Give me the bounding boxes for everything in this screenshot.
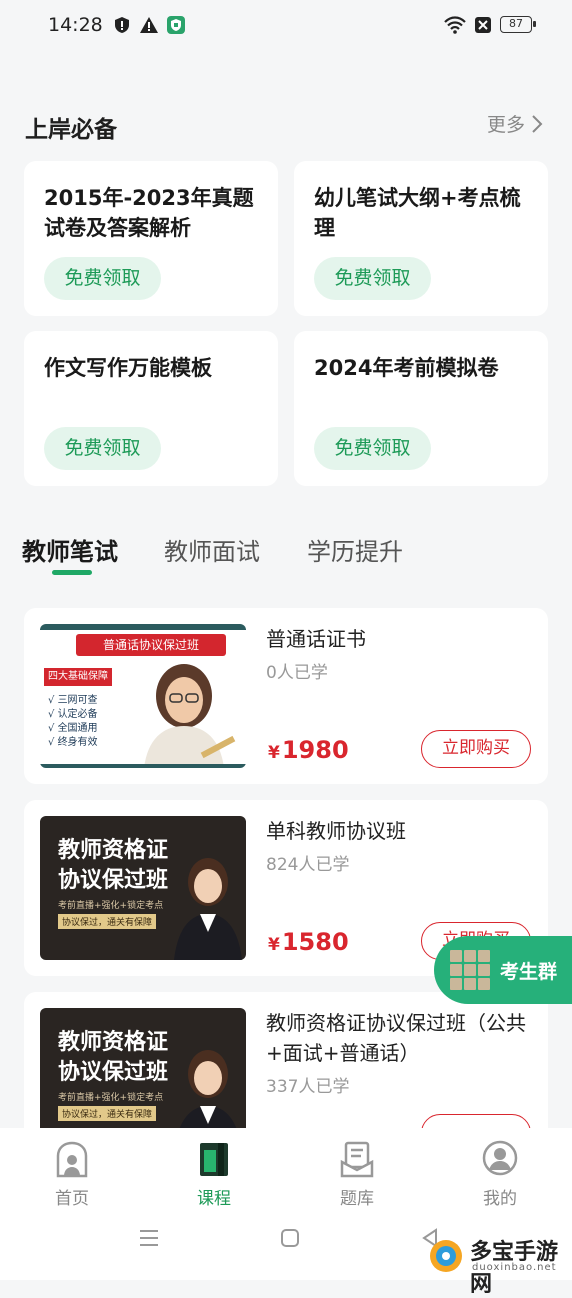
thumbnail-tag: 协议保过，通关有保障 (58, 914, 157, 929)
chevron-right-icon (532, 114, 543, 133)
thumbnail-point: √ 三网可查 (48, 695, 98, 706)
category-tabs: 教师笔试 教师面试 学历提升 (0, 530, 572, 580)
more-label: 更多 (487, 114, 526, 136)
profile-icon (482, 1140, 518, 1176)
thumbnail-tag: 协议保过，通关有保障 (58, 1106, 157, 1121)
warning-icon (140, 17, 158, 33)
nav-label: 首页 (55, 1189, 89, 1209)
course-students: 824人已学 (266, 855, 350, 875)
free-claim-button[interactable]: 免费领取 (314, 427, 431, 470)
status-bar: 14:28 87 (0, 0, 572, 52)
resource-card[interactable]: 2015年-2023年真题试卷及答案解析 免费领取 (24, 161, 278, 316)
course-price: ¥1580 (268, 928, 349, 956)
resource-card-title: 2015年-2023年真题试卷及答案解析 (44, 186, 254, 240)
tab-teacher-written[interactable]: 教师笔试 (22, 532, 118, 567)
course-title: 单科教师协议班 (266, 819, 406, 843)
section-title: 上岸必备 (25, 117, 117, 143)
watermark-logo-icon (430, 1240, 462, 1272)
student-group-label: 考生群 (500, 961, 558, 983)
battery-indicator: 87 (500, 16, 536, 33)
resource-card-title: 幼儿笔试大纲+考点梳理 (314, 186, 521, 240)
nav-profile[interactable]: 我的 (450, 1140, 550, 1209)
course-thumbnail: 教师资格证 协议保过班 考前直播+强化+锁定考点 协议保过，通关有保障 (40, 816, 246, 960)
thumbnail-point: √ 终身有效 (48, 737, 98, 748)
home-icon (56, 1141, 88, 1178)
free-claim-button[interactable]: 免费领取 (44, 257, 161, 300)
teacher-photo (174, 858, 242, 960)
nav-question-bank[interactable]: 题库 (307, 1140, 407, 1209)
course-students: 337人已学 (266, 1077, 350, 1097)
resource-card-title: 作文写作万能模板 (44, 356, 212, 380)
group-avatars-icon (450, 950, 490, 990)
thumbnail-headline: 教师资格证 (58, 838, 169, 863)
course-thumbnail: 普通话协议保过班 四大基础保障 √ 三网可查 √ 认定必备 √ 全国通用 √ 终… (40, 624, 246, 768)
book-icon (200, 1143, 228, 1176)
thumbnail-point: √ 认定必备 (48, 709, 98, 720)
free-claim-button[interactable]: 免费领取 (314, 257, 431, 300)
thumbnail-headline: 协议保过班 (58, 1060, 169, 1085)
active-tab-indicator (52, 570, 92, 575)
course-card[interactable]: 普通话协议保过班 四大基础保障 √ 三网可查 √ 认定必备 √ 全国通用 √ 终… (24, 608, 548, 784)
home-button-icon[interactable] (280, 1228, 300, 1248)
tab-education-upgrade[interactable]: 学历提升 (307, 532, 403, 567)
thumbnail-point: √ 全国通用 (48, 723, 98, 734)
watermark: 多宝手游网 duoxinbao.net (424, 1232, 572, 1297)
status-time: 14:28 (48, 14, 103, 36)
thumbnail-headline: 协议保过班 (58, 868, 169, 893)
more-link[interactable]: 更多 (487, 110, 543, 137)
question-bank-icon (340, 1141, 374, 1178)
resource-card[interactable]: 2024年考前模拟卷 免费领取 (294, 331, 548, 486)
watermark-subtext: duoxinbao.net (472, 1262, 557, 1273)
thumbnail-subtitle: 考前直播+强化+锁定考点 (58, 901, 164, 911)
resource-card-title: 2024年考前模拟卷 (314, 356, 499, 380)
student-group-button[interactable]: 考生群 (434, 936, 572, 1004)
buy-now-button[interactable]: 立即购买 (421, 730, 531, 768)
menu-icon[interactable] (138, 1228, 160, 1248)
thumbnail-subtitle: 考前直播+强化+锁定考点 (58, 1093, 164, 1103)
course-price: ¥1980 (268, 736, 349, 764)
free-claim-button[interactable]: 免费领取 (44, 427, 161, 470)
teacher-photo (144, 664, 236, 768)
course-students: 0人已学 (266, 663, 328, 683)
tab-teacher-interview[interactable]: 教师面试 (164, 532, 260, 567)
resource-card[interactable]: 作文写作万能模板 免费领取 (24, 331, 278, 486)
nav-label: 我的 (483, 1189, 517, 1209)
nav-label: 课程 (197, 1189, 231, 1209)
thumbnail-headline: 教师资格证 (58, 1030, 169, 1055)
thumbnail-banner: 普通话协议保过班 (76, 634, 226, 656)
course-title: 普通话证书 (266, 627, 366, 651)
thumbnail-tag: 四大基础保障 (44, 668, 112, 686)
shield-icon (115, 17, 129, 33)
wifi-icon (444, 16, 466, 34)
resource-card[interactable]: 幼儿笔试大纲+考点梳理 免费领取 (294, 161, 548, 316)
no-sim-icon (475, 17, 491, 33)
nav-courses[interactable]: 课程 (164, 1140, 264, 1209)
nav-home[interactable]: 首页 (22, 1140, 122, 1209)
nav-label: 题库 (340, 1189, 374, 1209)
course-title: 教师资格证协议保过班（公共+面试+普通话） (266, 1011, 526, 1065)
app-notification-icon (167, 16, 185, 34)
